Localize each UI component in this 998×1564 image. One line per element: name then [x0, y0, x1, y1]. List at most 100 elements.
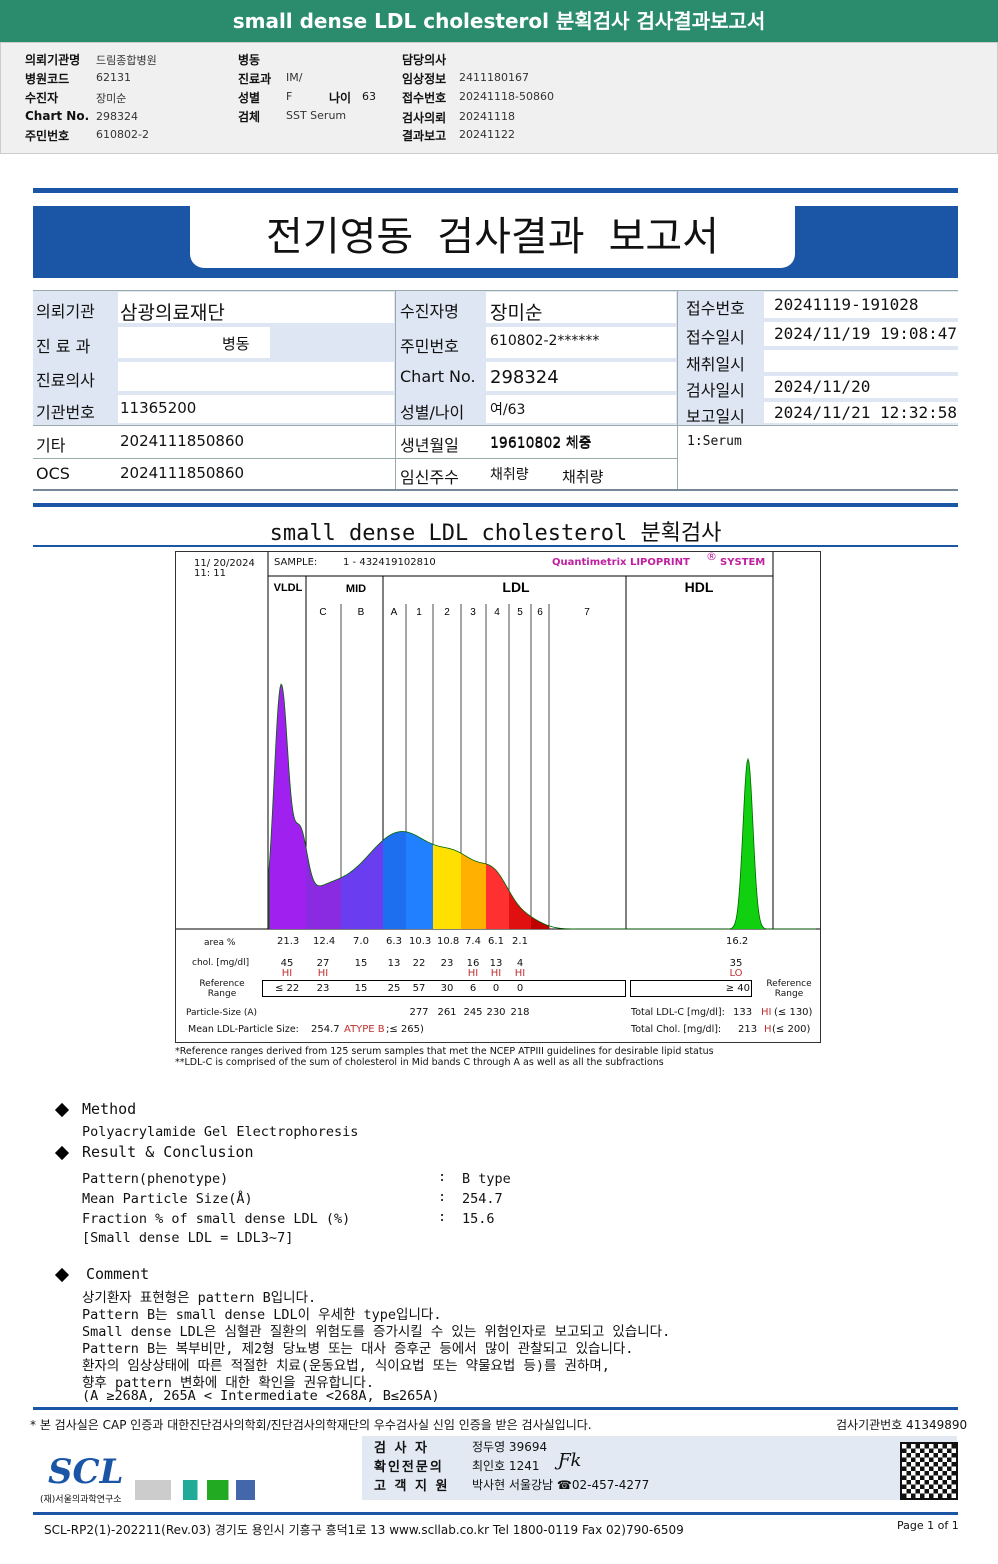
band-area-C: [306, 847, 341, 929]
row-value: 병동: [222, 334, 250, 353]
chol-flag: HI: [514, 968, 526, 979]
org-number: 검사기관번호 41349890: [836, 1418, 968, 1432]
brand-mark: ®: [706, 550, 717, 563]
row-value: 610802-2******: [490, 332, 600, 349]
row-label: 수진자명: [400, 301, 459, 321]
mean-ref: ;≤ 265): [386, 1024, 424, 1035]
qr-code: [900, 1442, 958, 1500]
result-title: Result & Conclusion: [82, 1143, 254, 1161]
row-divider: [33, 489, 958, 491]
particle-size: 230: [486, 1007, 506, 1018]
area-label: area %: [204, 938, 236, 948]
mean-size: 254.7: [311, 1024, 340, 1035]
summary-label: 의뢰기관명: [25, 53, 81, 67]
particle-size: 261: [437, 1007, 457, 1018]
right-value: 2024/11/20: [774, 377, 871, 396]
summary-label: 담당의사: [402, 53, 447, 67]
chol-flag: HI: [490, 968, 502, 979]
result-value: B type: [462, 1171, 511, 1187]
area-value: 10.8: [437, 936, 460, 947]
group-label: HDL: [685, 579, 714, 595]
band-label: 3: [470, 607, 476, 618]
band-area-2: [433, 844, 461, 929]
summary-value: F: [286, 90, 293, 103]
summary-value: 드림종합병원: [96, 54, 157, 67]
total-chol-ref: (≤ 200): [772, 1024, 811, 1035]
row-value: 2024111850860: [120, 464, 245, 482]
band-area-3: [461, 853, 486, 929]
band-label: B: [358, 607, 365, 618]
diamond-bullet-icon: [54, 1145, 70, 1161]
row-divider: [33, 290, 958, 291]
age-value: 63: [362, 90, 376, 103]
total-chol-label: Total Chol. [mg/dl]:: [631, 1024, 722, 1035]
ref-range-box: [262, 980, 626, 997]
row-label: 기타: [36, 435, 66, 455]
row-value: 298324: [490, 366, 559, 388]
group-label: MID: [346, 583, 366, 595]
summary-value: 20241118: [459, 110, 515, 123]
band-area-1: [406, 831, 433, 929]
summary-label: 검체: [238, 110, 261, 124]
row-label: 진료의사: [36, 370, 95, 390]
row-label: 생년월일: [400, 435, 459, 455]
row-label: OCS: [36, 464, 70, 483]
result-colon: :: [438, 1169, 447, 1185]
area-value: 6.1: [488, 936, 504, 947]
area-value: 6.3: [386, 936, 402, 947]
particle-size: 245: [463, 1007, 483, 1018]
result-colon: :: [438, 1209, 447, 1225]
result-label: Pattern(phenotype): [82, 1171, 229, 1187]
footnote: *Reference ranges derived from 125 serum…: [175, 1046, 714, 1057]
method-title: Method: [82, 1100, 137, 1118]
row-value: 삼광의료재단: [120, 301, 225, 324]
mean-size-label: Mean LDL-Particle Size:: [188, 1024, 299, 1035]
result-colon: :: [438, 1189, 447, 1205]
band-label: 5: [517, 607, 523, 618]
row-label: 임신주수: [400, 468, 459, 487]
summary-label: 주민번호: [25, 129, 70, 143]
specimen: 1:Serum: [687, 434, 742, 449]
summary-value: 2411180167: [459, 71, 529, 84]
particle-size: 218: [510, 1007, 530, 1018]
footer-address: SCL-RP2(1)-202211(Rev.03) 경기도 용인시 기흥구 흥덕…: [44, 1523, 684, 1537]
result-value: 15.6: [462, 1211, 495, 1227]
diamond-bullet-icon: [54, 1267, 70, 1283]
area-value: 7.4: [465, 936, 481, 947]
patient-summary-panel: 의뢰기관명 드림종합병원 병원코드 62131 수진자 장미순 Chart No. 29832…: [0, 42, 998, 154]
band-label: C: [319, 607, 326, 618]
row-value: 2024111850860: [120, 431, 245, 450]
hdl-flag: LO: [729, 968, 743, 979]
total-ldl: 133: [733, 1007, 753, 1018]
summary-value: IM/: [286, 71, 303, 84]
result-note: [Small dense LDL = LDL3~7]: [82, 1230, 294, 1246]
right-value: 2024/11/21 12:32:58: [774, 402, 958, 422]
row-value: 장미순: [490, 301, 543, 324]
group-label: VLDL: [274, 582, 303, 594]
chol-flag: HI: [281, 968, 293, 979]
divider: [33, 1407, 958, 1410]
right-label: 검사일시: [686, 381, 745, 400]
band-label: 4: [494, 607, 500, 618]
summary-label: 병동: [238, 53, 261, 67]
right-value: 20241119-191028: [774, 295, 919, 314]
divider: [33, 503, 958, 507]
chol-value: 23: [440, 958, 454, 969]
footnote: **LDL-C is comprised of the sum of chole…: [175, 1057, 664, 1068]
row-divider: [33, 458, 677, 459]
ref-label: Reference Range: [199, 979, 245, 999]
signature: Ƒk: [558, 1450, 582, 1471]
summary-value: 298324: [96, 110, 138, 123]
col-divider: [395, 290, 396, 490]
area-value: 12.4: [313, 936, 336, 947]
area-value: 2.1: [512, 936, 528, 947]
age-label: 나이: [329, 91, 352, 105]
summary-value: 장미순: [96, 92, 127, 105]
summary-value: SST Serum: [286, 109, 347, 122]
row-value: 채취량: [562, 468, 604, 486]
row-value: 19610802 체중: [490, 436, 592, 452]
method-text: Polyacrylamide Gel Electrophoresis: [82, 1124, 359, 1140]
scl-logo-sub: (재)서울의과학연구소: [40, 1495, 122, 1505]
staff-role: 고 객 지 원: [374, 1479, 450, 1494]
row-value: 11365200: [120, 399, 197, 417]
